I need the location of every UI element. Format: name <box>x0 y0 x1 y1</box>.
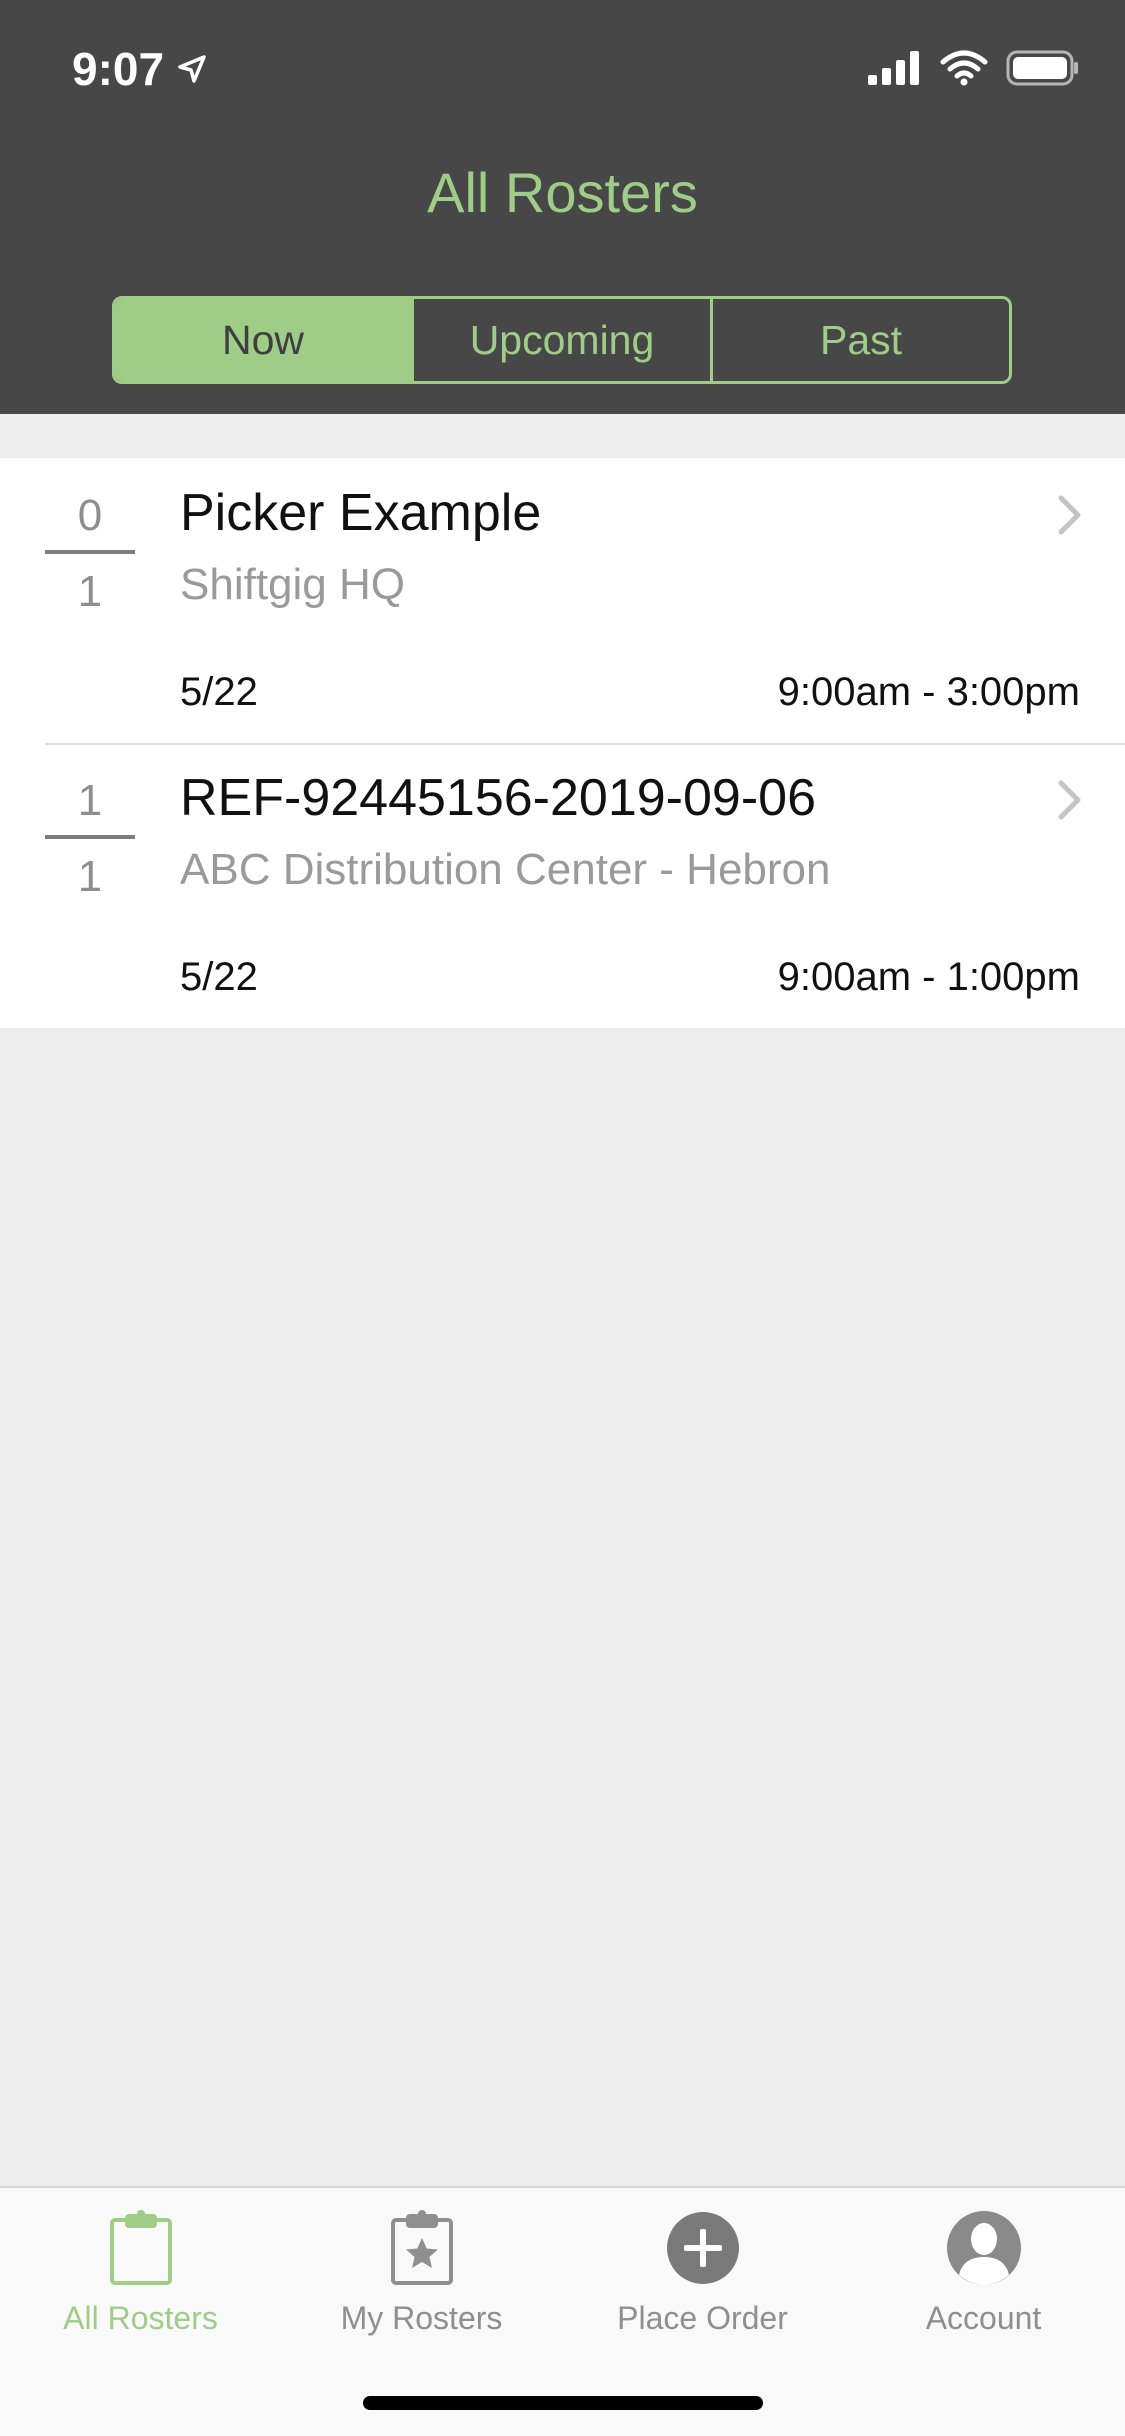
filled-count: 1 <box>77 776 103 825</box>
roster-date: 5/22 <box>180 955 258 999</box>
chevron-right-icon <box>1058 780 1081 820</box>
fraction-bar <box>45 835 135 839</box>
clipboard-icon <box>0 2208 281 2288</box>
roster-title: REF-92445156-2019-09-06 <box>180 769 816 827</box>
plus-circle-icon <box>562 2208 843 2288</box>
tab-place-order[interactable]: Place Order <box>562 2208 843 2337</box>
clipboard-star-icon <box>281 2208 562 2288</box>
roster-item[interactable]: 1 1 REF-92445156-2019-09-06 ABC Distribu… <box>0 743 1125 1028</box>
staffing-fraction: 0 1 <box>45 488 135 620</box>
roster-item[interactable]: 0 1 Picker Example Shiftgig HQ 5/22 9:00… <box>0 458 1125 745</box>
roster-time: 9:00am - 3:00pm <box>777 670 1080 714</box>
filled-count: 0 <box>77 491 103 540</box>
account-icon <box>843 2208 1124 2288</box>
roster-time: 9:00am - 1:00pm <box>777 955 1080 999</box>
roster-date: 5/22 <box>180 670 258 714</box>
wifi-icon <box>940 50 988 86</box>
total-count: 1 <box>77 852 103 901</box>
segment-upcoming[interactable]: Upcoming <box>411 299 710 381</box>
chevron-right-icon <box>1058 495 1081 535</box>
tab-label: All Rosters <box>63 2300 218 2336</box>
segment-now[interactable]: Now <box>115 299 411 381</box>
location-arrow-icon <box>178 55 206 83</box>
tab-label: Account <box>925 2300 1042 2336</box>
tab-label: Place Order <box>617 2300 788 2336</box>
home-indicator[interactable] <box>363 2396 763 2410</box>
roster-list: 0 1 Picker Example Shiftgig HQ 5/22 9:00… <box>0 458 1125 1028</box>
tab-account[interactable]: Account <box>843 2208 1124 2337</box>
segmented-control: Now Upcoming Past <box>112 296 1012 384</box>
status-bar-time: 9:07 <box>72 42 208 96</box>
segment-past[interactable]: Past <box>710 299 1009 381</box>
tab-all-rosters[interactable]: All Rosters <box>0 2208 281 2337</box>
fraction-bar <box>45 550 135 554</box>
header: 9:07 All Rosters Now Upcoming Past <box>0 0 1125 414</box>
tab-my-rosters[interactable]: My Rosters <box>281 2208 562 2337</box>
roster-title: Picker Example <box>180 484 542 542</box>
staffing-fraction: 1 1 <box>45 773 135 905</box>
roster-location: Shiftgig HQ <box>180 560 405 609</box>
cellular-signal-icon <box>868 51 919 85</box>
battery-icon <box>1006 50 1078 86</box>
roster-location: ABC Distribution Center - Hebron <box>180 845 831 894</box>
total-count: 1 <box>77 567 103 616</box>
status-time-label: 9:07 <box>72 43 165 95</box>
status-bar-icons <box>868 50 1080 86</box>
tab-label: My Rosters <box>340 2300 503 2336</box>
page-title: All Rosters <box>427 161 698 224</box>
